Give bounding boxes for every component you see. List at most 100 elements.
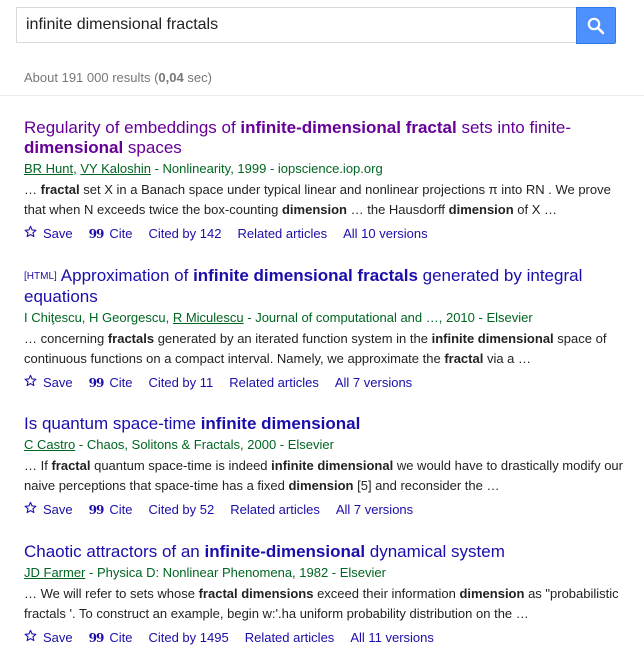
cited-by-link[interactable]: Cited by 142 (148, 226, 221, 242)
title-text: Approximation of (60, 266, 194, 285)
save-button[interactable]: Save (24, 501, 73, 518)
snippet-text: of X … (513, 202, 558, 217)
cite-label: Cite (109, 374, 133, 390)
result-title-link[interactable]: Is quantum space-time infinite dimension… (24, 414, 624, 434)
title-text: dimensional (24, 138, 124, 157)
snippet-text: fractal dimensions (198, 586, 314, 601)
save-button[interactable]: Save (24, 374, 73, 391)
result-authors-source: I Chiţescu, H Georgescu, R Miculescu - J… (24, 310, 624, 326)
title-text: infinite dimensional (200, 414, 361, 433)
author-link[interactable]: VY Kaloshin (80, 161, 151, 176)
result-actions: Save 99 Cite Cited by 52 Related articles All… (24, 501, 624, 518)
title-text: dynamical system (365, 542, 505, 561)
cited-by-link[interactable]: Cited by 52 (148, 502, 214, 518)
author-link[interactable]: BR Hunt (24, 161, 73, 176)
result-authors-source: JD Farmer - Physica D: Nonlinear Phenome… (24, 565, 624, 581)
quote-icon: 99 (88, 630, 105, 645)
snippet-text: dimension (448, 202, 514, 217)
all-versions-link[interactable]: All 10 versions (343, 226, 428, 242)
title-text: infinite dimensional fractals (193, 266, 418, 285)
author-link[interactable]: C Castro (24, 437, 75, 452)
result-snippet: … We will refer to sets whose fractal di… (24, 584, 624, 624)
result-title-link[interactable]: [HTML] Approximation of infinite dimensio… (24, 266, 624, 307)
search-result: Regularity of embeddings of infinite-dim… (24, 118, 624, 242)
title-text: infinite-dimensional fractal (240, 118, 457, 137)
snippet-text: dimension (459, 586, 525, 601)
quote-icon: 99 (88, 502, 105, 517)
snippet-text: … (24, 182, 41, 197)
snippet-text: [5] and reconsider the … (353, 478, 500, 493)
search-input[interactable] (17, 8, 576, 42)
all-versions-link[interactable]: All 7 versions (336, 502, 413, 518)
star-icon (24, 629, 37, 646)
title-text: Is quantum space-time (24, 414, 201, 433)
result-title-link[interactable]: Regularity of embeddings of infinite-dim… (24, 118, 624, 158)
search-result: [HTML] Approximation of infinite dimensio… (24, 266, 624, 391)
related-articles-link[interactable]: Related articles (229, 375, 319, 391)
search-icon (587, 17, 605, 34)
title-text: infinite-dimensional (204, 542, 366, 561)
cite-button[interactable]: 99 Cite (89, 226, 133, 242)
snippet-text: quantum space-time is indeed (90, 458, 272, 473)
save-label: Save (43, 629, 73, 645)
save-label: Save (43, 501, 73, 517)
star-icon (24, 501, 37, 518)
related-articles-link[interactable]: Related articles (245, 630, 335, 646)
author-link[interactable]: JD Farmer (24, 565, 85, 580)
result-snippet: … If fractal quantum space-time is indee… (24, 456, 624, 496)
related-articles-link[interactable]: Related articles (230, 502, 320, 518)
quote-icon: 99 (88, 375, 105, 390)
save-label: Save (43, 374, 73, 390)
snippet-text: … If (24, 458, 52, 473)
search-result: Is quantum space-time infinite dimension… (24, 414, 624, 518)
result-authors-source: BR Hunt, VY Kaloshin - Nonlinearity, 199… (24, 161, 624, 177)
author-text: I Chiţescu, H Georgescu, (24, 310, 173, 325)
snippet-text: dimension (281, 202, 347, 217)
title-text: Regularity of embeddings of (24, 118, 241, 137)
source-text: - Journal of computational and …, 2010 -… (243, 310, 533, 325)
search-box[interactable] (16, 7, 576, 43)
search-button[interactable] (576, 7, 616, 44)
result-authors-source: C Castro - Chaos, Solitons & Fractals, 2… (24, 437, 624, 453)
snippet-text: fractal (40, 182, 80, 197)
snippet-text: … concerning (24, 331, 108, 346)
star-icon (24, 225, 37, 242)
cite-button[interactable]: 99 Cite (89, 502, 133, 518)
title-text: Chaotic attractors of an (24, 542, 205, 561)
cited-by-link[interactable]: Cited by 1495 (148, 630, 228, 646)
source-text: - Chaos, Solitons & Fractals, 2000 - Els… (75, 437, 334, 452)
source-text: - Nonlinearity, 1999 - iopscience.iop.or… (150, 161, 383, 176)
quote-icon: 99 (88, 226, 105, 241)
save-button[interactable]: Save (24, 225, 73, 242)
snippet-text: exceed their information (313, 586, 460, 601)
results-stats-bar: About 191 000 results (0,04 sec) (0, 58, 644, 96)
snippet-text: via a … (483, 351, 532, 366)
result-actions: Save 99 Cite Cited by 1495 Related articles A… (24, 629, 624, 646)
result-actions: Save 99 Cite Cited by 11 Related articles All… (24, 374, 624, 391)
all-versions-link[interactable]: All 11 versions (350, 630, 434, 646)
cite-label: Cite (109, 501, 133, 517)
cited-by-link[interactable]: Cited by 11 (148, 375, 213, 391)
result-snippet: … fractal set X in a Banach space under … (24, 180, 624, 220)
cite-button[interactable]: 99 Cite (89, 375, 133, 391)
source-text: - Physica D: Nonlinear Phenomena, 1982 -… (85, 565, 386, 580)
title-text: spaces (123, 138, 182, 157)
title-text: sets into finite- (456, 118, 572, 137)
snippet-text: infinite dimensional (431, 331, 554, 346)
format-tag: [HTML] (24, 271, 57, 282)
cite-button[interactable]: 99 Cite (89, 630, 133, 646)
snippet-text: … We will refer to sets whose (24, 586, 199, 601)
save-label: Save (43, 225, 73, 241)
all-versions-link[interactable]: All 7 versions (335, 375, 412, 391)
star-icon (24, 374, 37, 391)
save-button[interactable]: Save (24, 629, 73, 646)
snippet-text: fractal (51, 458, 91, 473)
snippet-text: fractals (107, 331, 155, 346)
result-actions: Save 99 Cite Cited by 142 Related articles Al… (24, 225, 624, 242)
cite-label: Cite (109, 629, 133, 645)
snippet-text: fractal (444, 351, 484, 366)
related-articles-link[interactable]: Related articles (237, 226, 327, 242)
snippet-text: … the Hausdorff (347, 202, 449, 217)
result-title-link[interactable]: Chaotic attractors of an infinite-dimens… (24, 542, 624, 562)
author-link[interactable]: R Miculescu (173, 310, 244, 325)
